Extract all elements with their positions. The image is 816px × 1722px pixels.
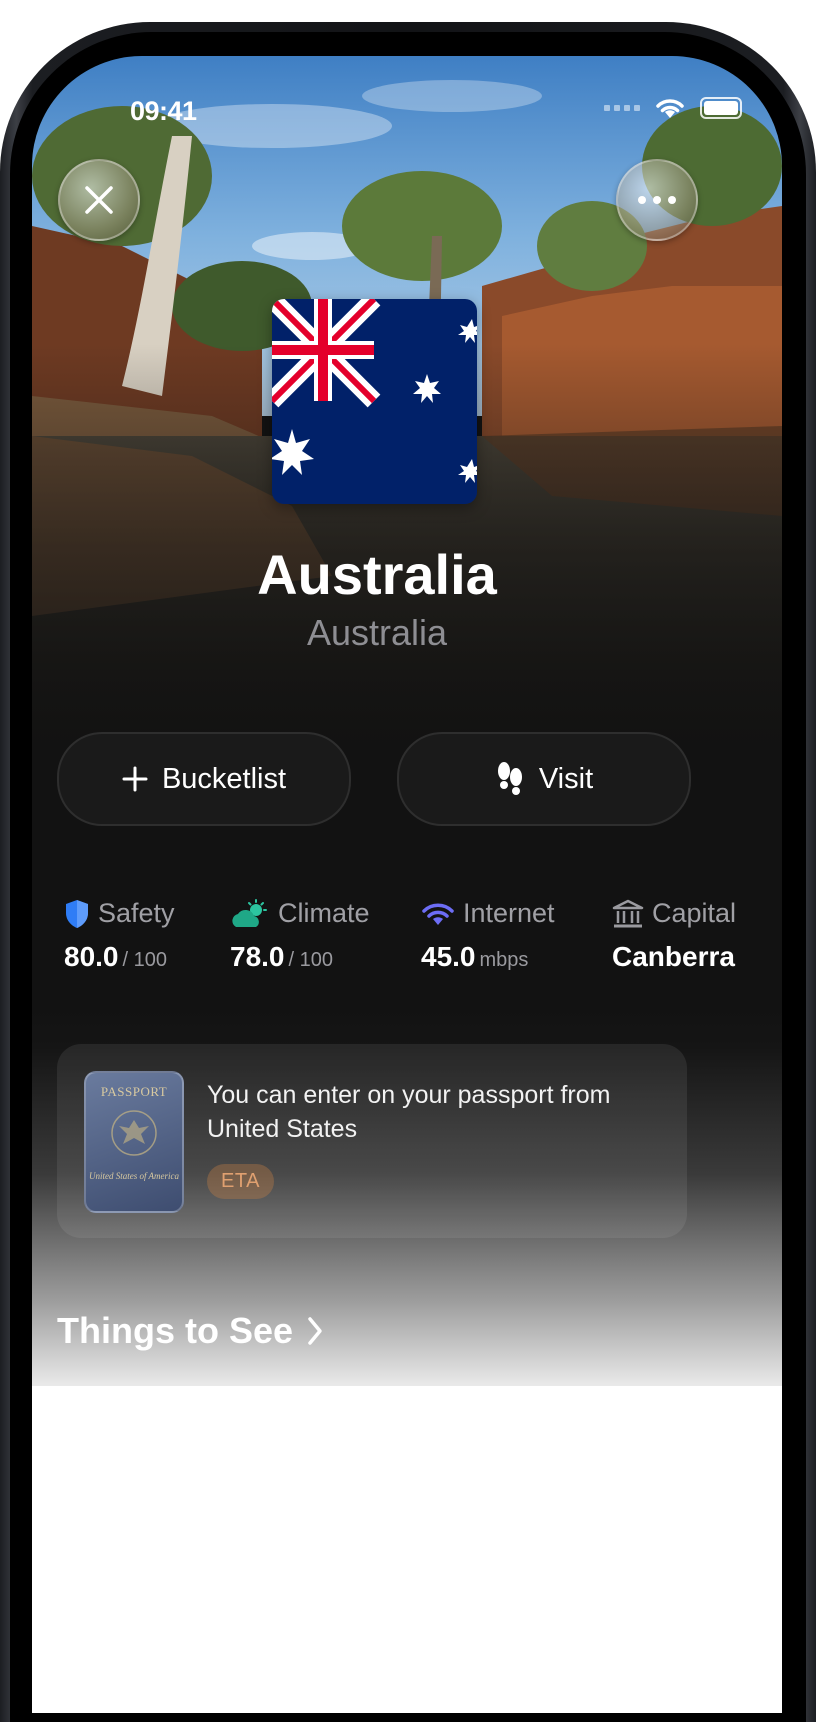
stat-unit: / 100 xyxy=(122,949,167,971)
passport-cover-title: PASSPORT xyxy=(100,1084,168,1099)
stat-label: Capital xyxy=(652,898,737,928)
visit-label: Visit xyxy=(538,762,594,795)
bottom-fill xyxy=(32,1386,782,1713)
stats-row[interactable]: Safety 80.0/ 100 Climate 78.0/ 100 Inter… xyxy=(64,898,782,988)
stat-unit: mbps xyxy=(479,949,529,971)
stat-internet: Internet 45.0 mbps xyxy=(421,898,555,973)
stat-value: 45.0 xyxy=(421,941,476,972)
close-icon xyxy=(85,186,113,214)
stat-capital: Capital Canberra xyxy=(612,898,736,973)
passport-cover-footer: United States of America xyxy=(88,1171,180,1181)
wifi-icon xyxy=(422,903,454,925)
footprints-icon xyxy=(497,762,522,795)
plus-icon xyxy=(122,766,148,792)
status-icons xyxy=(604,96,742,120)
entry-type-badge: ETA xyxy=(207,1164,274,1199)
eagle-seal-icon xyxy=(111,1110,157,1156)
wifi-status-icon xyxy=(656,99,684,118)
cellular-signal-icon xyxy=(604,105,640,111)
ellipsis-icon xyxy=(638,196,676,204)
passport-info-card[interactable]: PASSPORT United States of America You ca… xyxy=(57,1044,687,1238)
stat-unit: / 100 xyxy=(288,949,333,971)
stat-safety: Safety 80.0/ 100 xyxy=(64,898,175,973)
battery-icon xyxy=(700,97,742,119)
visit-button[interactable]: Visit xyxy=(397,732,691,826)
country-native-name: Australia xyxy=(306,612,448,653)
more-options-button[interactable] xyxy=(616,159,698,241)
stat-label: Internet xyxy=(463,898,555,928)
stat-value: 78.0 xyxy=(230,941,285,972)
passport-message: You can enter on your passport from Unit… xyxy=(207,1081,611,1143)
status-time: 09:41 xyxy=(130,96,197,126)
stat-value: Canberra xyxy=(612,941,735,972)
capitol-building-icon xyxy=(612,899,644,927)
country-name: Australia xyxy=(257,543,497,606)
partly-cloudy-icon xyxy=(232,898,267,927)
australia-flag xyxy=(272,299,477,504)
things-to-see-header[interactable]: Things to See xyxy=(57,1310,323,1352)
stat-label: Safety xyxy=(98,898,175,928)
stat-value: 80.0 xyxy=(64,941,119,972)
shield-icon xyxy=(66,899,88,928)
stat-climate: Climate 78.0/ 100 xyxy=(230,898,370,973)
bucketlist-button[interactable]: Bucketlist xyxy=(57,732,351,826)
stat-label: Climate xyxy=(278,898,370,928)
passport-cover-image: PASSPORT United States of America xyxy=(84,1071,184,1213)
close-button[interactable] xyxy=(58,159,140,241)
bucketlist-label: Bucketlist xyxy=(161,762,287,795)
section-title: Things to See xyxy=(57,1310,294,1351)
screen: 09:41 Australia Australia Bucketlist Vis… xyxy=(32,56,782,1713)
chevron-right-icon xyxy=(308,1317,322,1345)
